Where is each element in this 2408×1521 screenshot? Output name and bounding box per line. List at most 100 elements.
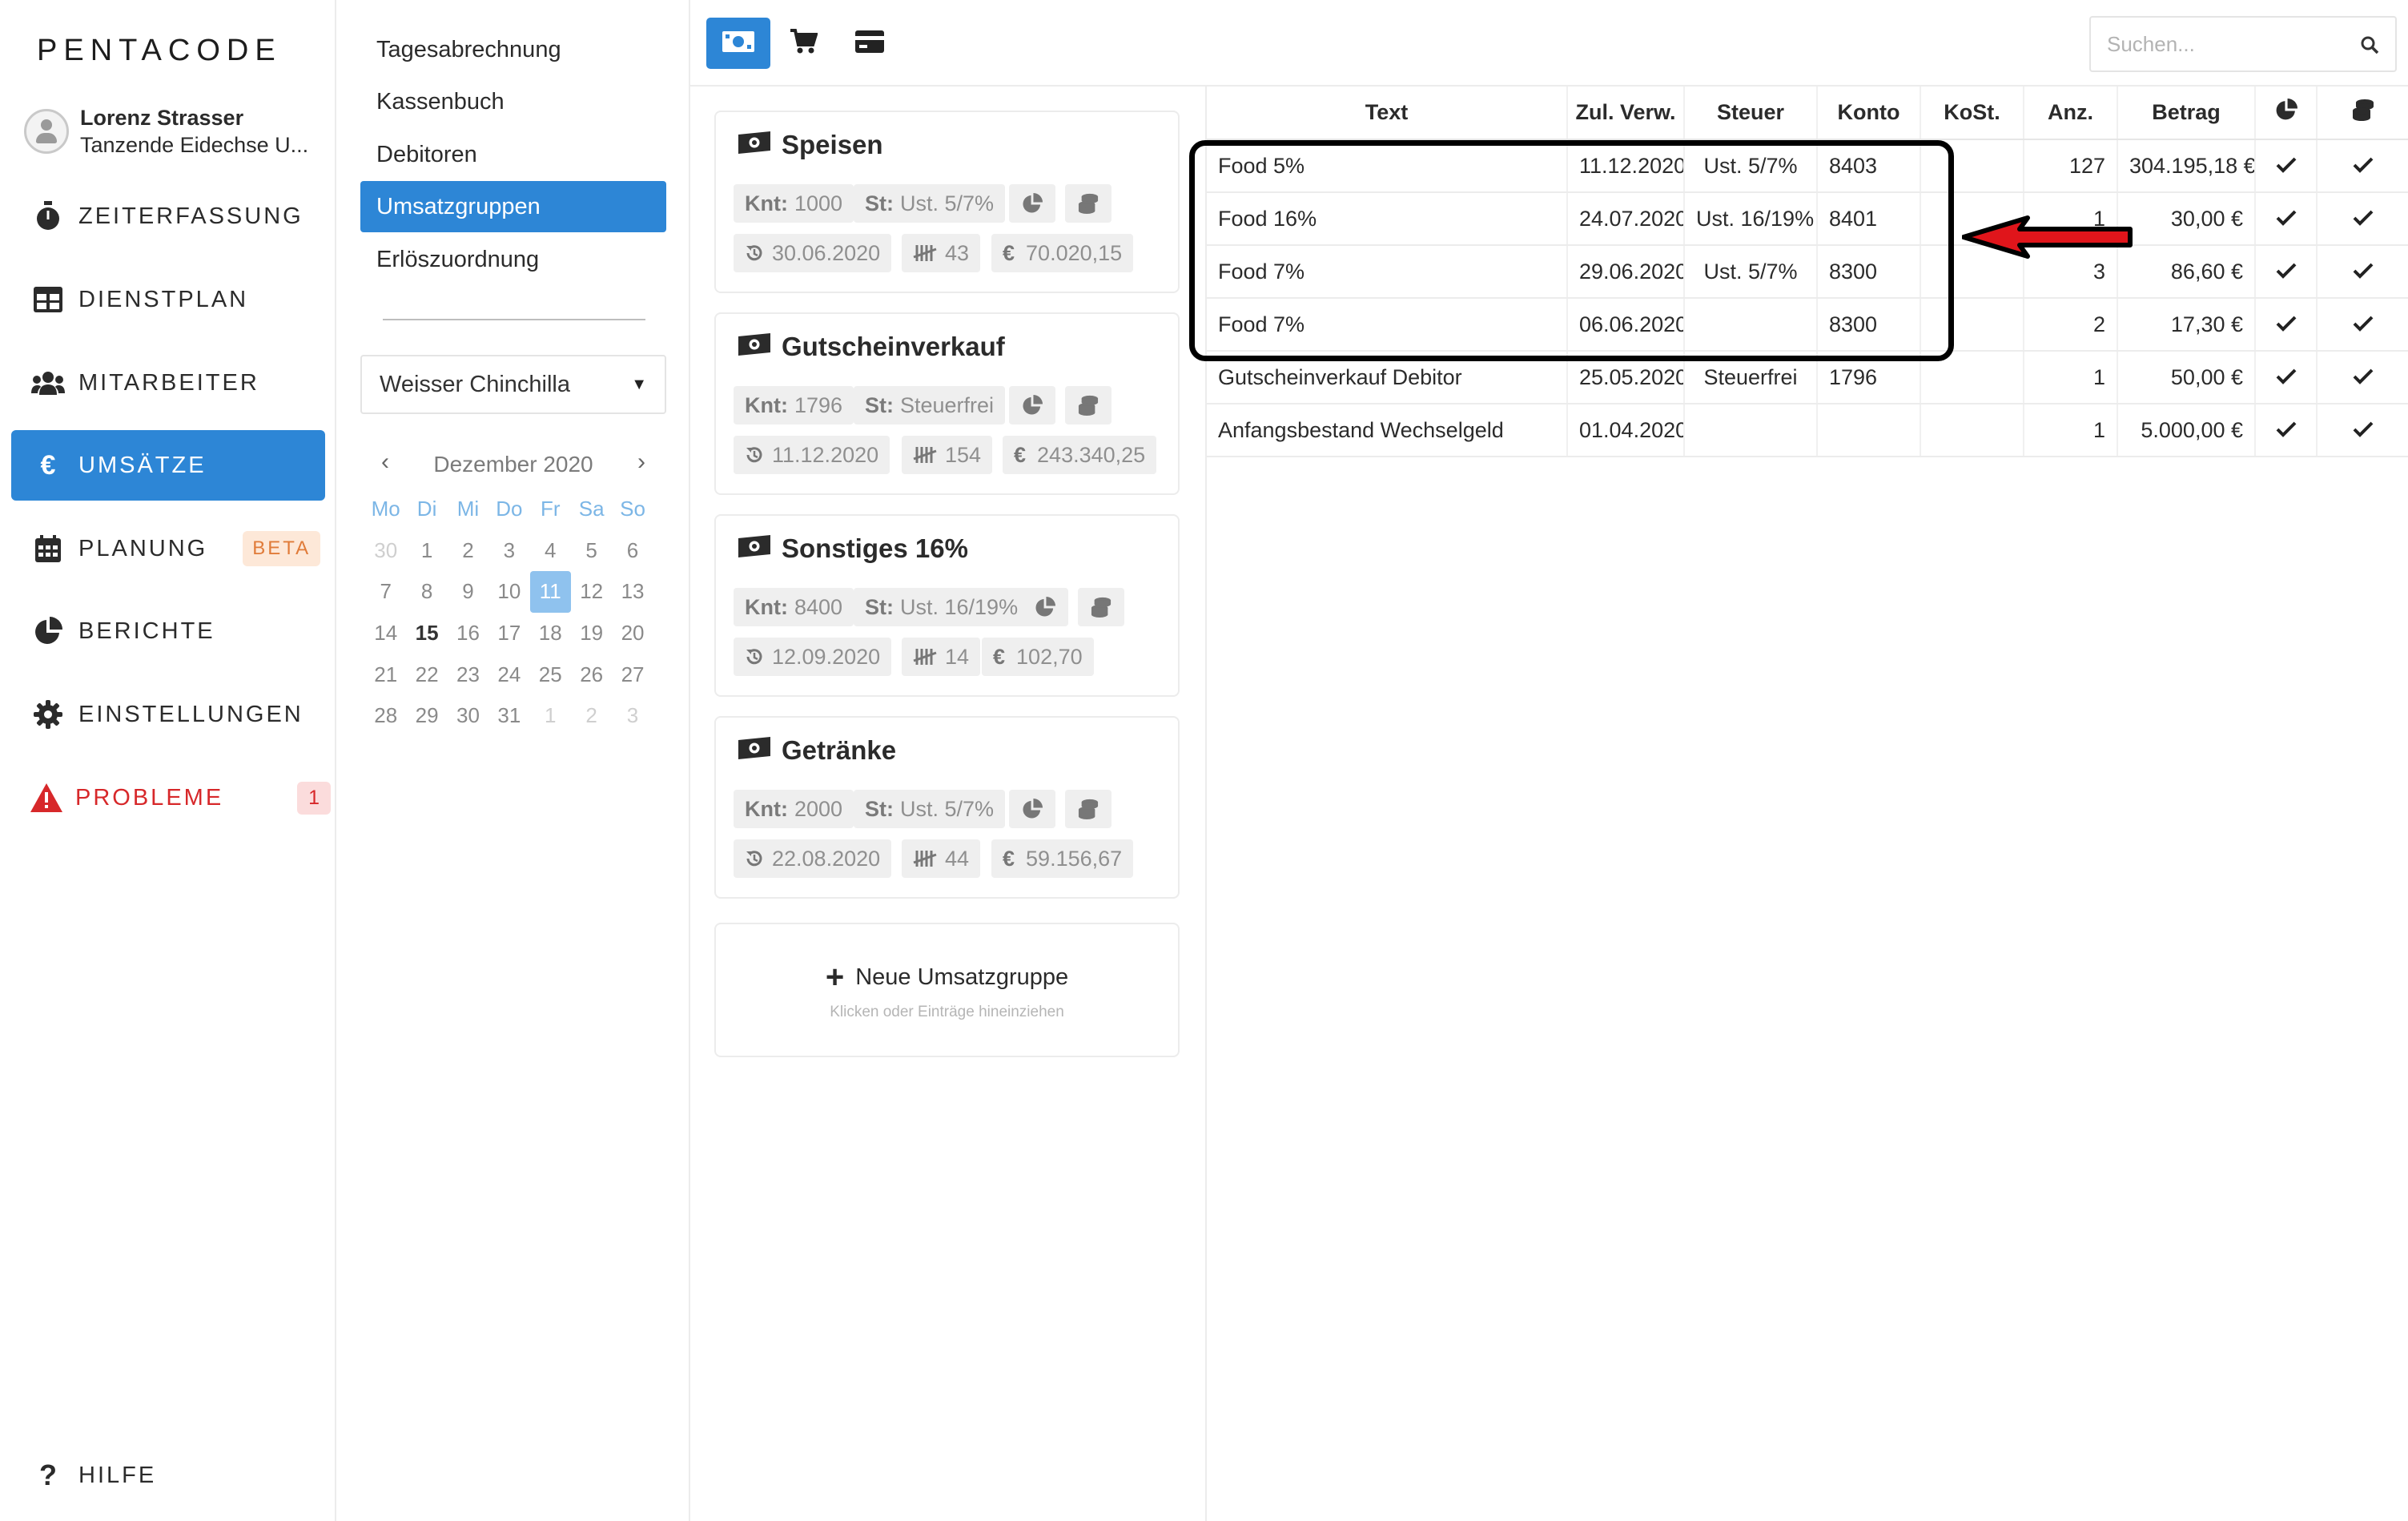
report-check[interactable] xyxy=(2255,404,2318,457)
subnav-erloeszuordnung[interactable]: Erlöszuordnung xyxy=(360,234,666,285)
report-toggle[interactable] xyxy=(1022,588,1068,626)
search-box[interactable] xyxy=(2089,16,2397,72)
calendar-day[interactable]: 26 xyxy=(571,654,612,695)
subnav-umsatzgruppen[interactable]: Umsatzgruppen xyxy=(360,181,666,232)
calendar-day[interactable]: 2 xyxy=(448,530,488,572)
card-view-button[interactable] xyxy=(838,18,902,69)
column-header-text[interactable]: Text xyxy=(1207,87,1568,140)
cash-check[interactable] xyxy=(2317,351,2408,404)
calendar-day[interactable]: 8 xyxy=(406,571,447,613)
revenue-group-card[interactable]: Speisen Knt: 1000 St: Ust. 5/7% 30.06.2020 43 €… xyxy=(714,111,1180,293)
calendar-day[interactable]: 27 xyxy=(612,654,653,695)
calendar-day[interactable]: 25 xyxy=(530,654,571,695)
calendar-day[interactable]: 7 xyxy=(365,571,406,613)
revenue-group-card[interactable]: Gutscheinverkauf Knt: 1796 St: Steuerfrei 11.… xyxy=(714,312,1180,495)
calendar-day[interactable]: 2 xyxy=(571,695,612,737)
cash-toggle[interactable] xyxy=(1065,184,1112,223)
nav-hilfe[interactable]: ? HILFE xyxy=(11,1440,325,1511)
calendar-day[interactable]: 5 xyxy=(571,530,612,572)
calendar-day[interactable]: 4 xyxy=(530,530,571,572)
report-check[interactable] xyxy=(2255,139,2318,193)
report-toggle[interactable] xyxy=(1009,790,1055,828)
cash-toggle[interactable] xyxy=(1065,790,1112,828)
calendar-day[interactable]: 3 xyxy=(612,695,653,737)
calendar-day[interactable]: 1 xyxy=(530,695,571,737)
cash-check[interactable] xyxy=(2317,139,2408,193)
calendar-day[interactable]: 9 xyxy=(448,571,488,613)
nav-planung[interactable]: PLANUNG BETA xyxy=(11,513,325,584)
calendar-day[interactable]: 24 xyxy=(488,654,529,695)
cash-toggle[interactable] xyxy=(1065,386,1112,425)
calendar-day[interactable]: 15 xyxy=(406,613,447,654)
search-icon[interactable] xyxy=(2360,35,2379,58)
cart-view-button[interactable] xyxy=(772,18,836,69)
table-row[interactable]: Gutscheinverkauf Debitor 25.05.2020 Steuer… xyxy=(1207,351,2408,404)
report-check[interactable] xyxy=(2255,298,2318,352)
report-check[interactable] xyxy=(2255,351,2318,404)
nav-berichte[interactable]: BERICHTE xyxy=(11,596,325,666)
table-row[interactable]: Food 5% 11.12.2020 Ust. 5/7% 8403 127 304.195… xyxy=(1207,139,2408,193)
cash-toggle[interactable] xyxy=(1078,588,1124,626)
calendar-day[interactable]: 20 xyxy=(612,613,653,654)
location-select[interactable]: Weisser Chinchilla ▼ xyxy=(360,355,666,414)
cash-check[interactable] xyxy=(2317,404,2408,457)
calendar-day[interactable]: 21 xyxy=(365,654,406,695)
calendar-day[interactable]: 14 xyxy=(365,613,406,654)
calendar-day[interactable]: 30 xyxy=(448,695,488,737)
column-header-date[interactable]: Zul. Verw. xyxy=(1567,87,1685,140)
nav-mitarbeiter[interactable]: MITARBEITER xyxy=(11,348,325,418)
calendar-day[interactable]: 31 xyxy=(488,695,529,737)
calendar-day[interactable]: 23 xyxy=(448,654,488,695)
calendar-day[interactable]: 16 xyxy=(448,613,488,654)
chevron-left-icon[interactable]: ‹ xyxy=(381,449,389,476)
report-check[interactable] xyxy=(2255,245,2318,299)
calendar-day[interactable]: 17 xyxy=(488,613,529,654)
subnav-debitoren[interactable]: Debitoren xyxy=(360,129,666,180)
column-header-report[interactable] xyxy=(2255,87,2318,140)
table-row[interactable]: Food 7% 29.06.2020 Ust. 5/7% 8300 3 86,60 € xyxy=(1207,245,2408,299)
user-profile[interactable]: Lorenz Strasser Tanzende Eidechse U... xyxy=(24,104,308,159)
nav-probleme[interactable]: PROBLEME 1 xyxy=(11,763,332,833)
calendar-day[interactable]: 30 xyxy=(365,530,406,572)
table-row[interactable]: Anfangsbestand Wechselgeld 01.04.2020 1 5.0… xyxy=(1207,404,2408,457)
table-row[interactable]: Food 7% 06.06.2020 8300 2 17,30 € xyxy=(1207,298,2408,352)
column-header-cash[interactable] xyxy=(2317,87,2408,140)
calendar-day[interactable]: 1 xyxy=(406,530,447,572)
column-header-tax[interactable]: Steuer xyxy=(1684,87,1818,140)
calendar-day[interactable]: 29 xyxy=(406,695,447,737)
nav-dienstplan[interactable]: DIENSTPLAN xyxy=(11,264,325,335)
report-toggle[interactable] xyxy=(1009,184,1055,223)
column-header-cost-center[interactable]: KoSt. xyxy=(1920,87,2024,140)
calendar-day[interactable]: 13 xyxy=(612,571,653,613)
calendar-day[interactable]: 22 xyxy=(406,654,447,695)
calendar-day[interactable]: 18 xyxy=(530,613,571,654)
cash-check[interactable] xyxy=(2317,245,2408,299)
column-header-amount[interactable]: Betrag xyxy=(2117,87,2256,140)
nav-umsaetze[interactable]: € UMSÄTZE xyxy=(11,430,325,501)
report-toggle[interactable] xyxy=(1009,386,1055,425)
cash-check[interactable] xyxy=(2317,192,2408,246)
subnav-kassenbuch[interactable]: Kassenbuch xyxy=(360,76,666,127)
new-group-card[interactable]: + Neue Umsatzgruppe Klicken oder Einträge… xyxy=(714,923,1180,1057)
calendar-day[interactable]: 6 xyxy=(612,530,653,572)
calendar-day[interactable]: 3 xyxy=(488,530,529,572)
report-check[interactable] xyxy=(2255,192,2318,246)
app-logo[interactable]: PENTACODE xyxy=(37,34,282,68)
column-header-count[interactable]: Anz. xyxy=(2024,87,2118,140)
cash-view-button[interactable] xyxy=(706,18,770,69)
search-input[interactable] xyxy=(2107,31,2347,57)
revenue-group-card[interactable]: Getränke Knt: 2000 St: Ust. 5/7% 22.08.2020 44… xyxy=(714,716,1180,899)
calendar-day[interactable]: 28 xyxy=(365,695,406,737)
calendar-day[interactable]: 11 xyxy=(529,571,571,613)
column-header-account[interactable]: Konto xyxy=(1817,87,1921,140)
revenue-group-card[interactable]: Sonstiges 16% Knt: 8400 St: Ust. 16/19% 12.09… xyxy=(714,514,1180,697)
calendar-day[interactable]: 19 xyxy=(571,613,612,654)
calendar-day[interactable]: 10 xyxy=(488,571,529,613)
nav-einstellungen[interactable]: EINSTELLUNGEN xyxy=(11,679,325,750)
nav-zeiterfassung[interactable]: ZEITERFASSUNG xyxy=(11,181,325,251)
table-row[interactable]: Food 16% 24.07.2020 Ust. 16/19% 8401 1 30,00 … xyxy=(1207,192,2408,246)
subnav-tagesabrechnung[interactable]: Tagesabrechnung xyxy=(360,24,666,75)
chevron-right-icon[interactable]: › xyxy=(637,449,645,476)
cash-check[interactable] xyxy=(2317,298,2408,352)
calendar-day[interactable]: 12 xyxy=(571,571,612,613)
